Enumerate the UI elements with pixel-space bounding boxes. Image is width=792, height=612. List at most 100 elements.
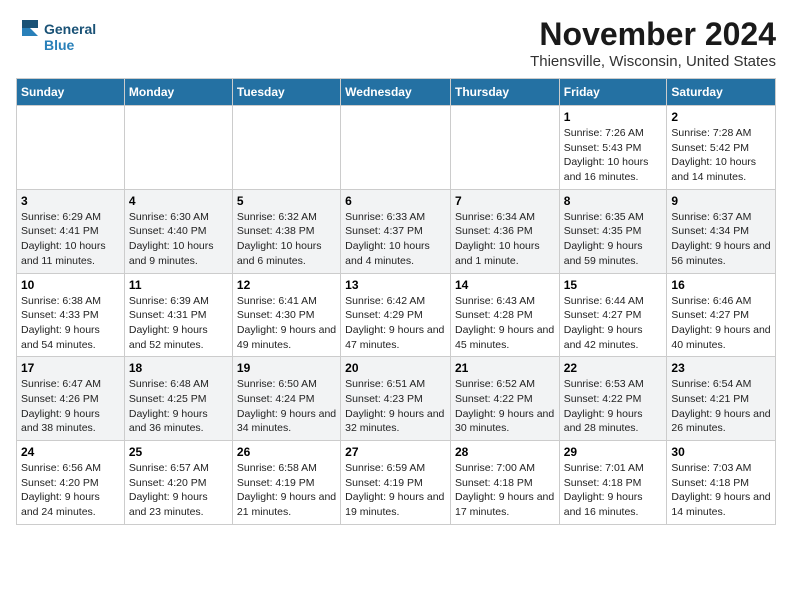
day-info: Sunrise: 6:32 AM Sunset: 4:38 PM Dayligh… <box>237 210 336 269</box>
logo: GeneralBlue <box>16 16 96 58</box>
day-info: Sunrise: 6:46 AM Sunset: 4:27 PM Dayligh… <box>671 294 771 353</box>
day-number: 2 <box>671 110 771 124</box>
calendar-cell <box>450 106 559 190</box>
calendar-cell: 4 Sunrise: 6:30 AM Sunset: 4:40 PM Daylig… <box>124 189 232 273</box>
day-number: 17 <box>21 361 120 375</box>
calendar-cell: 15 Sunrise: 6:44 AM Sunset: 4:27 PM Dayli… <box>559 273 667 357</box>
calendar-week-5: 24 Sunrise: 6:56 AM Sunset: 4:20 PM Dayli… <box>17 441 776 525</box>
day-info: Sunrise: 6:51 AM Sunset: 4:23 PM Dayligh… <box>345 377 446 436</box>
calendar-cell: 27Sunrise: 6:59 AM Sunset: 4:19 PM Dayli… <box>341 441 451 525</box>
day-info: Sunrise: 6:52 AM Sunset: 4:22 PM Dayligh… <box>455 377 555 436</box>
calendar-table: SundayMondayTuesdayWednesdayThursdayFrid… <box>16 78 776 525</box>
day-info: Sunrise: 6:56 AM Sunset: 4:20 PM Dayligh… <box>21 461 120 520</box>
day-info: Sunrise: 6:35 AM Sunset: 4:35 PM Dayligh… <box>564 210 663 269</box>
calendar-cell: 24 Sunrise: 6:56 AM Sunset: 4:20 PM Dayli… <box>17 441 125 525</box>
day-number: 25 <box>129 445 228 459</box>
day-number: 14 <box>455 278 555 292</box>
day-info: Sunrise: 6:48 AM Sunset: 4:25 PM Dayligh… <box>129 377 228 436</box>
day-info: Sunrise: 6:42 AM Sunset: 4:29 PM Dayligh… <box>345 294 446 353</box>
day-number: 6 <box>345 194 446 208</box>
logo-svg: GeneralBlue <box>16 16 96 58</box>
day-number: 16 <box>671 278 771 292</box>
column-header-friday: Friday <box>559 79 667 106</box>
calendar-cell: 9Sunrise: 6:37 AM Sunset: 4:34 PM Daylig… <box>667 189 776 273</box>
calendar-cell: 10 Sunrise: 6:38 AM Sunset: 4:33 PM Dayli… <box>17 273 125 357</box>
column-header-thursday: Thursday <box>450 79 559 106</box>
day-info: Sunrise: 6:54 AM Sunset: 4:21 PM Dayligh… <box>671 377 771 436</box>
day-number: 24 <box>21 445 120 459</box>
day-number: 11 <box>129 278 228 292</box>
calendar-cell: 28 Sunrise: 7:00 AM Sunset: 4:18 PM Dayli… <box>450 441 559 525</box>
day-info: Sunrise: 6:53 AM Sunset: 4:22 PM Dayligh… <box>564 377 663 436</box>
day-number: 27 <box>345 445 446 459</box>
calendar-cell: 14 Sunrise: 6:43 AM Sunset: 4:28 PM Dayli… <box>450 273 559 357</box>
calendar-cell: 12Sunrise: 6:41 AM Sunset: 4:30 PM Dayli… <box>232 273 340 357</box>
day-number: 29 <box>564 445 663 459</box>
column-header-wednesday: Wednesday <box>341 79 451 106</box>
day-info: Sunrise: 6:38 AM Sunset: 4:33 PM Dayligh… <box>21 294 120 353</box>
calendar-cell: 7Sunrise: 6:34 AM Sunset: 4:36 PM Daylig… <box>450 189 559 273</box>
calendar-cell: 6 Sunrise: 6:33 AM Sunset: 4:37 PM Daylig… <box>341 189 451 273</box>
day-info: Sunrise: 7:00 AM Sunset: 4:18 PM Dayligh… <box>455 461 555 520</box>
day-number: 13 <box>345 278 446 292</box>
calendar-week-4: 17 Sunrise: 6:47 AM Sunset: 4:26 PM Dayli… <box>17 357 776 441</box>
day-info: Sunrise: 6:33 AM Sunset: 4:37 PM Dayligh… <box>345 210 446 269</box>
day-info: Sunrise: 6:57 AM Sunset: 4:20 PM Dayligh… <box>129 461 228 520</box>
day-number: 5 <box>237 194 336 208</box>
day-number: 15 <box>564 278 663 292</box>
calendar-week-1: 1 Sunrise: 7:26 AM Sunset: 5:43 PM Daylig… <box>17 106 776 190</box>
calendar-cell: 11Sunrise: 6:39 AM Sunset: 4:31 PM Dayli… <box>124 273 232 357</box>
day-info: Sunrise: 6:30 AM Sunset: 4:40 PM Dayligh… <box>129 210 228 269</box>
day-number: 1 <box>564 110 663 124</box>
day-number: 19 <box>237 361 336 375</box>
day-info: Sunrise: 7:28 AM Sunset: 5:42 PM Dayligh… <box>671 126 771 185</box>
day-info: Sunrise: 6:29 AM Sunset: 4:41 PM Dayligh… <box>21 210 120 269</box>
day-number: 8 <box>564 194 663 208</box>
day-info: Sunrise: 6:43 AM Sunset: 4:28 PM Dayligh… <box>455 294 555 353</box>
calendar-cell: 20Sunrise: 6:51 AM Sunset: 4:23 PM Dayli… <box>341 357 451 441</box>
day-info: Sunrise: 6:58 AM Sunset: 4:19 PM Dayligh… <box>237 461 336 520</box>
day-info: Sunrise: 6:44 AM Sunset: 4:27 PM Dayligh… <box>564 294 663 353</box>
calendar-cell: 19 Sunrise: 6:50 AM Sunset: 4:24 PM Dayli… <box>232 357 340 441</box>
day-info: Sunrise: 6:47 AM Sunset: 4:26 PM Dayligh… <box>21 377 120 436</box>
calendar-cell <box>17 106 125 190</box>
calendar-cell: 1 Sunrise: 7:26 AM Sunset: 5:43 PM Daylig… <box>559 106 667 190</box>
calendar-cell: 8 Sunrise: 6:35 AM Sunset: 4:35 PM Daylig… <box>559 189 667 273</box>
calendar-cell: 21 Sunrise: 6:52 AM Sunset: 4:22 PM Dayli… <box>450 357 559 441</box>
month-title: November 2024 <box>530 16 776 53</box>
day-number: 12 <box>237 278 336 292</box>
day-number: 23 <box>671 361 771 375</box>
title-area: November 2024 Thiensville, Wisconsin, Un… <box>530 16 776 70</box>
svg-text:General: General <box>44 21 96 37</box>
column-header-monday: Monday <box>124 79 232 106</box>
calendar-cell: 26 Sunrise: 6:58 AM Sunset: 4:19 PM Dayli… <box>232 441 340 525</box>
day-number: 4 <box>129 194 228 208</box>
day-info: Sunrise: 7:01 AM Sunset: 4:18 PM Dayligh… <box>564 461 663 520</box>
calendar-cell: 30 Sunrise: 7:03 AM Sunset: 4:18 PM Dayli… <box>667 441 776 525</box>
calendar-cell: 22 Sunrise: 6:53 AM Sunset: 4:22 PM Dayli… <box>559 357 667 441</box>
calendar-week-2: 3 Sunrise: 6:29 AM Sunset: 4:41 PM Daylig… <box>17 189 776 273</box>
column-header-saturday: Saturday <box>667 79 776 106</box>
calendar-cell <box>232 106 340 190</box>
day-number: 10 <box>21 278 120 292</box>
day-number: 7 <box>455 194 555 208</box>
day-info: Sunrise: 6:50 AM Sunset: 4:24 PM Dayligh… <box>237 377 336 436</box>
column-header-sunday: Sunday <box>17 79 125 106</box>
day-info: Sunrise: 6:37 AM Sunset: 4:34 PM Dayligh… <box>671 210 771 269</box>
day-number: 28 <box>455 445 555 459</box>
day-number: 22 <box>564 361 663 375</box>
calendar-cell <box>341 106 451 190</box>
day-number: 30 <box>671 445 771 459</box>
calendar-cell: 3 Sunrise: 6:29 AM Sunset: 4:41 PM Daylig… <box>17 189 125 273</box>
day-number: 3 <box>21 194 120 208</box>
calendar-cell: 29 Sunrise: 7:01 AM Sunset: 4:18 PM Dayli… <box>559 441 667 525</box>
calendar-cell: 17 Sunrise: 6:47 AM Sunset: 4:26 PM Dayli… <box>17 357 125 441</box>
day-number: 26 <box>237 445 336 459</box>
day-info: Sunrise: 7:03 AM Sunset: 4:18 PM Dayligh… <box>671 461 771 520</box>
header: GeneralBlue November 2024 Thiensville, W… <box>16 16 776 70</box>
calendar-cell: 5 Sunrise: 6:32 AM Sunset: 4:38 PM Daylig… <box>232 189 340 273</box>
day-number: 21 <box>455 361 555 375</box>
day-number: 18 <box>129 361 228 375</box>
day-info: Sunrise: 7:26 AM Sunset: 5:43 PM Dayligh… <box>564 126 663 185</box>
calendar-cell: 13 Sunrise: 6:42 AM Sunset: 4:29 PM Dayli… <box>341 273 451 357</box>
